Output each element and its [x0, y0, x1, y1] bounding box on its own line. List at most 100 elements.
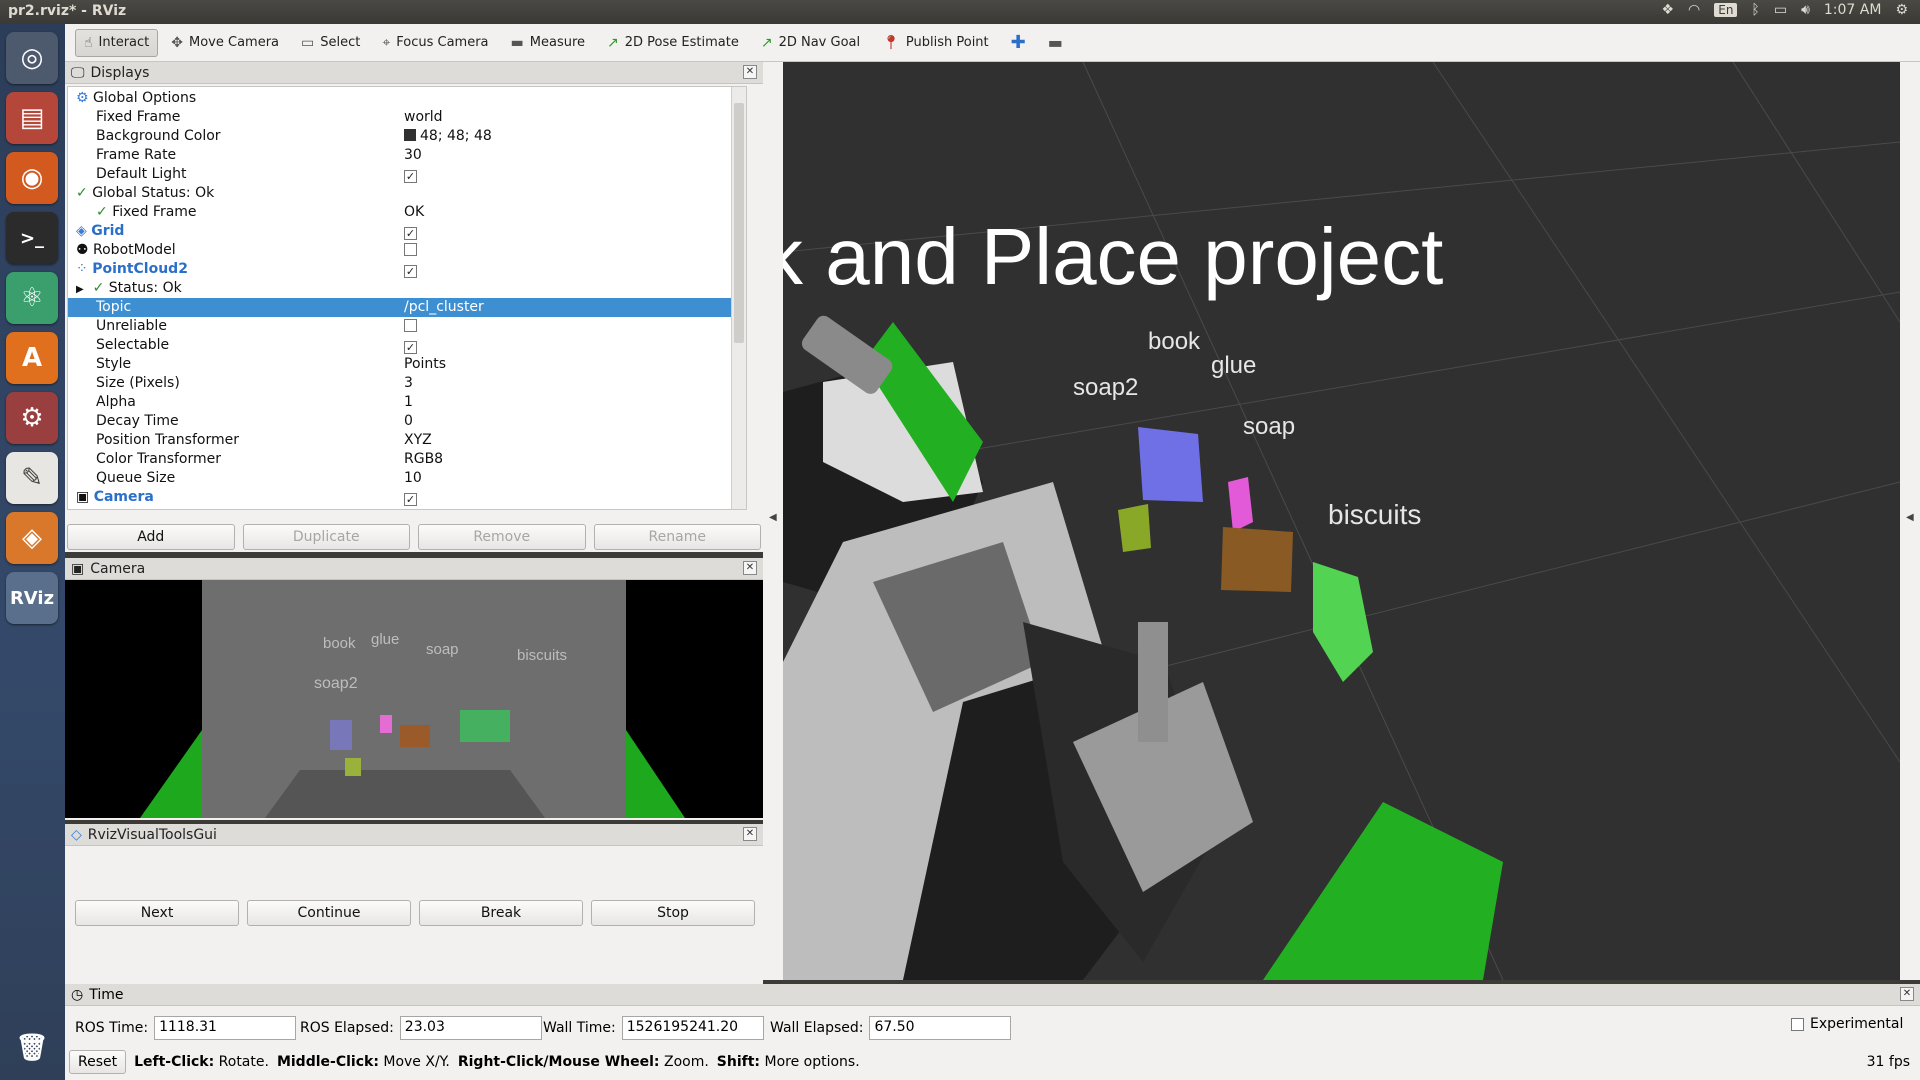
software-center-icon[interactable]: A — [6, 332, 58, 384]
close-icon[interactable]: ✕ — [743, 827, 757, 841]
right-dock-splitter[interactable]: ◀ — [1900, 62, 1920, 980]
scrollbar-thumb[interactable] — [734, 103, 744, 343]
remove-button[interactable]: Remove — [418, 524, 586, 550]
wall-elapsed-input[interactable]: 67.50 — [869, 1016, 1012, 1040]
selectable-checkbox[interactable]: ✓ — [404, 341, 417, 354]
tree-row[interactable]: Color Transformer RGB8 — [68, 450, 746, 469]
ruler-icon: ▬ — [510, 34, 524, 51]
diamond-icon: ◇ — [71, 826, 82, 843]
rvt-button-row: Next Continue Break Stop — [75, 900, 755, 926]
dropbox-icon[interactable]: ❖ — [1661, 2, 1674, 18]
camera-icon: ▣ — [71, 560, 85, 577]
3d-render-view[interactable]: k and Place project book glue soap2 soap… — [783, 62, 1900, 980]
camera-table-surface — [265, 770, 545, 818]
atom-icon[interactable]: ⚛ — [6, 272, 58, 324]
package-icon[interactable]: ◈ — [6, 512, 58, 564]
keyboard-language-indicator[interactable]: En — [1714, 3, 1738, 17]
expand-arrow-icon[interactable]: ▶ — [76, 284, 84, 295]
terminal-icon[interactable]: >_ — [6, 212, 58, 264]
camera-cloud-biscuits — [460, 710, 510, 742]
tree-row[interactable]: ✓ Fixed Frame OK — [68, 203, 746, 222]
system-top-bar: pr2.rviz* - RViz ❖ ◠ En ᛒ ▭ 🔊︎ 1:07 AM ⚙ — [0, 0, 1920, 24]
clock[interactable]: 1:07 AM — [1824, 2, 1882, 18]
default-light-checkbox[interactable]: ✓ — [404, 170, 417, 183]
rename-button[interactable]: Rename — [593, 524, 761, 550]
rviz-visual-tools-panel: ◇ RvizVisualToolsGui ✕ Next Continue Bre… — [65, 824, 763, 984]
tree-row[interactable]: ▣ Camera ✓ — [68, 488, 746, 507]
remove-tool-button[interactable]: ▬ — [1039, 29, 1072, 57]
bluetooth-icon[interactable]: ᛒ — [1751, 2, 1759, 18]
collapse-left-arrow-icon[interactable]: ◀ — [769, 512, 777, 523]
pose-estimate-tool-button[interactable]: ↗ 2D Pose Estimate — [598, 29, 748, 57]
pointcloud2-checkbox[interactable]: ✓ — [404, 265, 417, 278]
break-button[interactable]: Break — [419, 900, 583, 926]
trash-icon[interactable]: 🗑︎ — [6, 1022, 58, 1074]
tree-row[interactable]: Queue Size 10 — [68, 469, 746, 488]
camera-cloud-soap2 — [345, 758, 361, 776]
collapse-right-arrow-icon[interactable]: ◀ — [1906, 512, 1914, 523]
duplicate-button[interactable]: Duplicate — [242, 524, 410, 550]
move-camera-tool-button[interactable]: ✥ Move Camera — [162, 29, 288, 57]
tree-row[interactable]: Position Transformer XYZ — [68, 431, 746, 450]
next-button[interactable]: Next — [75, 900, 239, 926]
focus-camera-tool-button[interactable]: ⌖ Focus Camera — [373, 29, 497, 57]
tree-row[interactable]: Fixed Frame world — [68, 108, 746, 127]
tree-row[interactable]: Unreliable — [68, 317, 746, 336]
files-icon[interactable]: ▤ — [6, 92, 58, 144]
close-icon[interactable]: ✕ — [743, 65, 757, 79]
tree-row-selected[interactable]: Topic/pcl_cluster — [68, 298, 746, 317]
unreliable-checkbox[interactable] — [404, 319, 417, 332]
tree-row[interactable]: Alpha 1 — [68, 393, 746, 412]
tree-row[interactable]: Selectable ✓ — [68, 336, 746, 355]
left-dock-splitter[interactable]: ◀ — [763, 62, 783, 980]
tree-scrollbar[interactable] — [731, 87, 746, 509]
wifi-icon[interactable]: ◠ — [1688, 2, 1700, 18]
ros-time-input[interactable]: 1118.31 — [154, 1016, 297, 1040]
experimental-option[interactable]: Experimental — [1791, 1016, 1903, 1032]
battery-icon[interactable]: ▭ — [1774, 2, 1787, 18]
robotmodel-checkbox[interactable] — [404, 243, 417, 256]
experimental-checkbox[interactable] — [1791, 1017, 1804, 1031]
nav-goal-tool-button[interactable]: ↗ 2D Nav Goal — [752, 29, 869, 57]
tree-row[interactable]: Size (Pixels) 3 — [68, 374, 746, 393]
wall-time-field: Wall Time: 1526195241.20 — [543, 1016, 764, 1040]
tree-row[interactable]: Style Points — [68, 355, 746, 374]
wall-time-input[interactable]: 1526195241.20 — [621, 1016, 764, 1040]
tree-row[interactable]: ◈ Grid ✓ — [68, 222, 746, 241]
volume-icon[interactable]: 🔊︎ — [1801, 2, 1810, 18]
settings-gear-icon[interactable]: ⚙ — [1895, 2, 1908, 18]
camera-view[interactable]: book glue soap biscuits soap2 — [65, 580, 763, 818]
tree-row[interactable]: ⁘ PointCloud2 ✓ — [68, 260, 746, 279]
clock-icon: ◷ — [71, 986, 84, 1003]
reset-button[interactable]: Reset — [69, 1050, 127, 1074]
interact-tool-button[interactable]: ☝ Interact — [75, 28, 159, 57]
tree-row[interactable]: ⚙ Global Options — [68, 89, 746, 108]
grid-checkbox[interactable]: ✓ — [404, 227, 417, 240]
add-tool-button[interactable]: ✚ — [1002, 29, 1035, 57]
minus-icon: ▬ — [1047, 33, 1063, 52]
close-icon[interactable]: ✕ — [1900, 987, 1914, 1001]
select-tool-button[interactable]: ▭ Select — [292, 29, 369, 57]
measure-tool-button[interactable]: ▬ Measure — [502, 29, 594, 57]
ubuntu-dash-icon[interactable]: ◎ — [6, 32, 58, 84]
continue-button[interactable]: Continue — [247, 900, 411, 926]
firefox-icon[interactable]: ◉ — [6, 152, 58, 204]
tree-row[interactable]: Frame Rate 30 — [68, 146, 746, 165]
tree-row[interactable]: ⚉ RobotModel — [68, 241, 746, 260]
stop-button[interactable]: Stop — [591, 900, 755, 926]
close-icon[interactable]: ✕ — [743, 561, 757, 575]
tree-row[interactable]: ✓ Global Status: Ok — [68, 184, 746, 203]
tree-row[interactable]: Default Light ✓ — [68, 165, 746, 184]
text-editor-icon[interactable]: ✎ — [6, 452, 58, 504]
add-button[interactable]: Add — [67, 524, 235, 550]
tree-row[interactable]: ▶ ✓ Status: Ok — [68, 279, 746, 298]
publish-point-tool-button[interactable]: 📍︎ Publish Point — [873, 29, 998, 57]
tree-row[interactable]: Decay Time 0 — [68, 412, 746, 431]
check-icon: ✓ — [76, 185, 88, 201]
camera-checkbox[interactable]: ✓ — [404, 493, 417, 506]
displays-panel: 🖵 Displays ✕ ⚙ Global Options Fixed Fram… — [65, 62, 763, 552]
tree-row[interactable]: Background Color 48; 48; 48 — [68, 127, 746, 146]
system-settings-icon[interactable]: ⚙ — [6, 392, 58, 444]
ros-elapsed-input[interactable]: 23.03 — [399, 1016, 542, 1040]
rviz-launcher-icon[interactable]: RViz — [6, 572, 58, 624]
